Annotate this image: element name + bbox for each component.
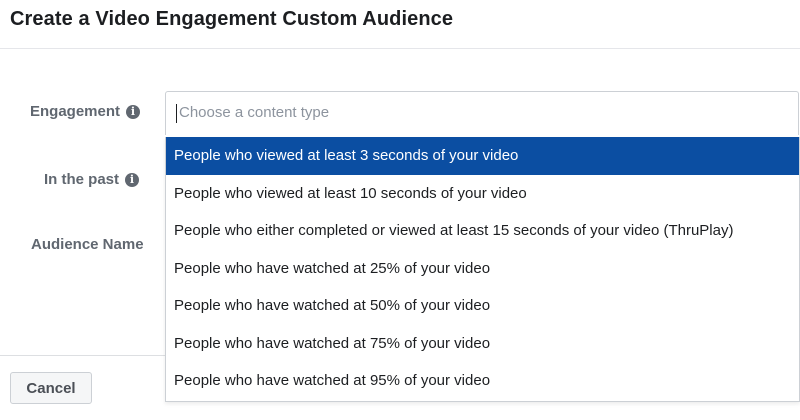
audience-name-label-row: Audience Name <box>31 236 144 253</box>
footer-divider <box>0 355 165 356</box>
audience-name-label: Audience Name <box>31 236 144 253</box>
option-watched-75-percent[interactable]: People who have watched at 75% of your v… <box>166 325 799 363</box>
content-type-input[interactable]: Choose a content type <box>165 91 799 135</box>
engagement-label: Engagement <box>30 103 121 120</box>
dialog-title: Create a Video Engagement Custom Audienc… <box>10 8 454 30</box>
cancel-button[interactable]: Cancel <box>10 372 92 404</box>
option-viewed-3-seconds[interactable]: People who viewed at least 3 seconds of … <box>166 137 799 175</box>
option-watched-95-percent[interactable]: People who have watched at 95% of your v… <box>166 362 799 400</box>
in-the-past-info-icon[interactable]: i <box>125 172 140 187</box>
engagement-info-icon[interactable]: i <box>126 104 141 119</box>
option-watched-25-percent[interactable]: People who have watched at 25% of your v… <box>166 250 799 288</box>
in-the-past-label-row: In the past i <box>44 171 140 188</box>
title-divider <box>0 48 800 49</box>
content-type-dropdown: People who viewed at least 3 seconds of … <box>165 137 800 402</box>
text-caret <box>176 104 177 123</box>
option-viewed-10-seconds[interactable]: People who viewed at least 10 seconds of… <box>166 175 799 213</box>
custom-audience-dialog: Create a Video Engagement Custom Audienc… <box>0 0 800 420</box>
engagement-label-row: Engagement i <box>30 103 141 120</box>
in-the-past-label: In the past <box>44 171 120 188</box>
content-type-placeholder: Choose a content type <box>179 104 330 121</box>
option-watched-50-percent[interactable]: People who have watched at 50% of your v… <box>166 287 799 325</box>
option-thruplay[interactable]: People who either completed or viewed at… <box>166 212 799 250</box>
